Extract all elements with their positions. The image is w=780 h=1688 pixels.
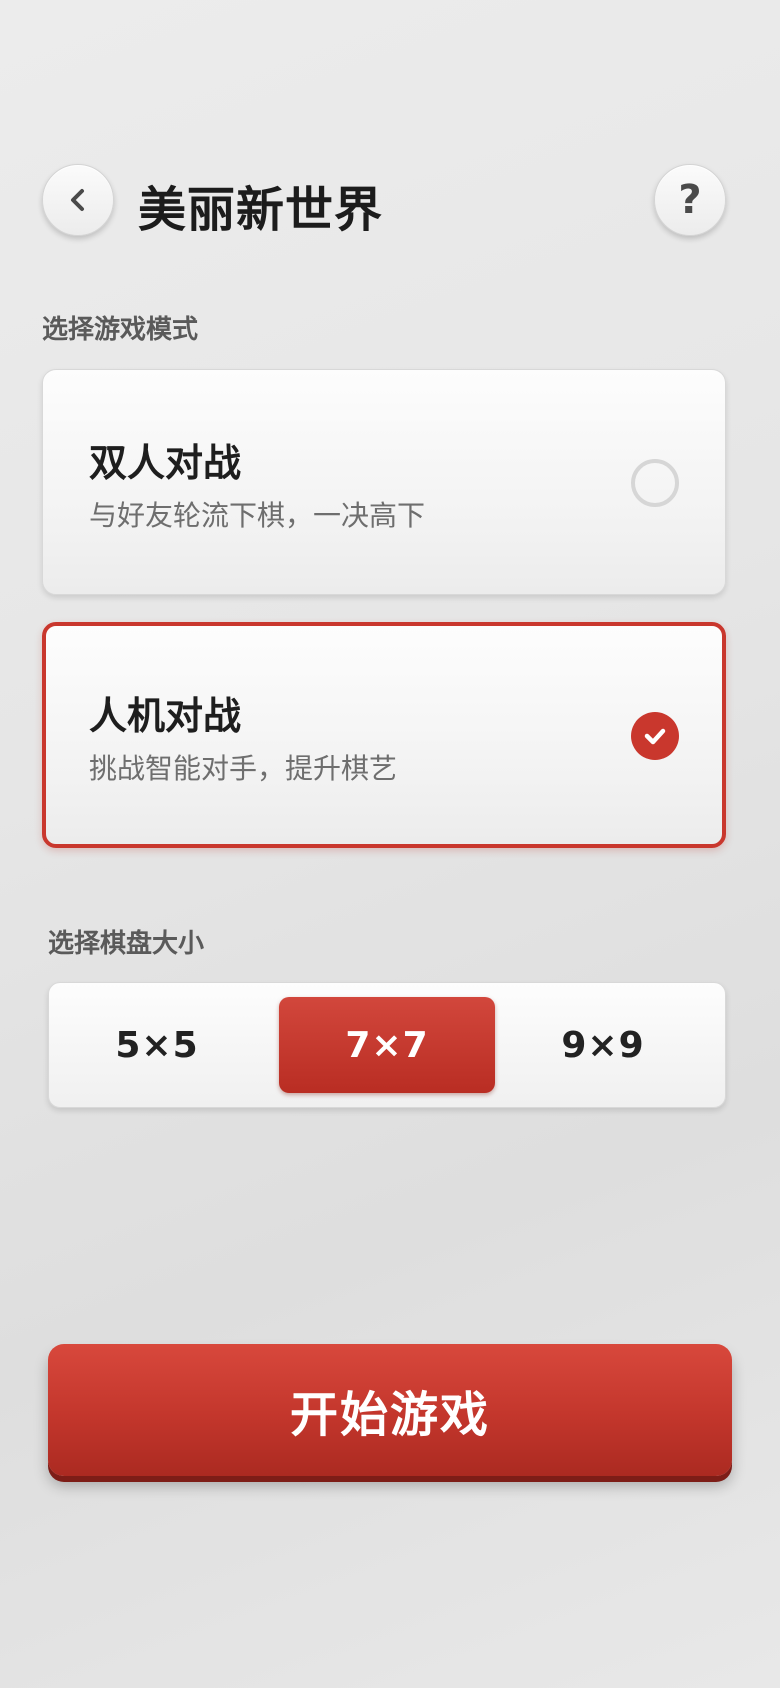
size-section-label: 选择棋盘大小: [48, 929, 205, 959]
mode-option-ai[interactable]: 人机对战 挑战智能对手，提升棋艺: [42, 622, 726, 848]
game-setup-screen: 美丽新世界 ? 选择游戏模式 双人对战 与好友轮流下棋，一决高下 人机对战 挑战…: [0, 0, 780, 1688]
radio-checked-icon[interactable]: [631, 712, 679, 760]
mode-option-desc: 与好友轮流下棋，一决高下: [89, 499, 426, 532]
mode-option-title: 人机对战: [89, 694, 242, 738]
board-size-selector: 5×5 7×7 9×9: [48, 982, 726, 1108]
mode-option-desc: 挑战智能对手，提升棋艺: [89, 752, 398, 785]
help-button[interactable]: ?: [654, 164, 726, 236]
checkmark-icon: [644, 728, 666, 745]
board-size-7x7[interactable]: 7×7: [279, 997, 495, 1093]
mode-section-label: 选择游戏模式: [42, 315, 199, 345]
board-size-9x9[interactable]: 9×9: [495, 997, 711, 1093]
help-icon: ?: [678, 177, 702, 223]
board-size-5x5[interactable]: 5×5: [49, 997, 265, 1093]
chevron-left-icon: [71, 189, 84, 211]
mode-option-title: 双人对战: [89, 441, 242, 485]
back-button[interactable]: [42, 164, 114, 236]
mode-option-pvp[interactable]: 双人对战 与好友轮流下棋，一决高下: [42, 369, 726, 595]
radio-unchecked-icon[interactable]: [631, 459, 679, 507]
start-game-button[interactable]: 开始游戏: [48, 1344, 732, 1476]
page-title: 美丽新世界: [138, 182, 384, 238]
